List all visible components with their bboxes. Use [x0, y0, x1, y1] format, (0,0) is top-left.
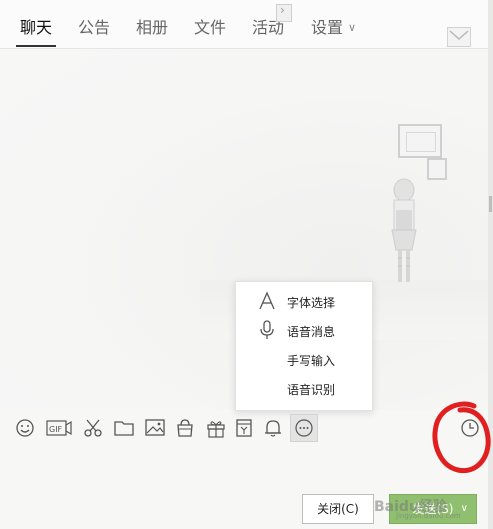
menu-item-handwriting[interactable]: 手写输入	[236, 346, 372, 374]
bell-icon[interactable]	[262, 417, 284, 439]
font-a-icon	[257, 291, 277, 311]
message-input-area[interactable]	[0, 446, 488, 490]
tab-files[interactable]: 文件	[194, 14, 226, 38]
menu-item-label: 语音识别	[287, 383, 336, 397]
input-toolbar: GIF	[0, 410, 488, 446]
close-button[interactable]: 关闭(C)	[302, 494, 374, 524]
more-icon	[295, 419, 313, 437]
tab-announcements[interactable]: 公告	[78, 14, 110, 38]
scissors-icon[interactable]	[82, 417, 104, 439]
girl-illustration	[391, 178, 417, 282]
expand-icon[interactable]	[276, 3, 292, 22]
more-button[interactable]	[290, 414, 318, 442]
microphone-icon	[257, 320, 277, 340]
menu-item-speech-recognition[interactable]: 语音识别	[236, 375, 372, 403]
tab-bar: 聊天 公告 相册 文件 活动 设置 ∨	[0, 0, 488, 49]
coupon-icon[interactable]	[233, 417, 255, 439]
send-button[interactable]: 发送(S) ∨	[389, 494, 477, 524]
active-tab-indicator	[16, 45, 56, 47]
gif-icon[interactable]: GIF	[46, 417, 72, 439]
chevron-down-icon[interactable]: ∨	[461, 495, 468, 523]
send-button-label: 发送(S)	[412, 502, 454, 516]
tab-album[interactable]: 相册	[136, 14, 168, 38]
small-frame-art	[427, 158, 447, 180]
envelope-icon[interactable]	[447, 27, 471, 47]
tab-settings-label: 设置	[311, 18, 344, 37]
chevron-down-icon: ∨	[348, 21, 357, 34]
tab-chat[interactable]: 聊天	[20, 14, 52, 38]
group-chat-window: 聊天 公告 相册 文件 活动 设置 ∨ › 字体选择 语音消息 手写输入 语音识…	[0, 0, 493, 529]
menu-item-voice-message[interactable]: 语音消息	[236, 317, 372, 345]
image-icon[interactable]	[144, 417, 166, 439]
gift-icon[interactable]	[205, 417, 227, 439]
emoji-icon[interactable]	[14, 417, 36, 439]
menu-item-label: 语音消息	[287, 325, 336, 339]
picture-frame-art	[398, 124, 442, 158]
scrollbar-thumb[interactable]	[489, 196, 492, 212]
right-scroll-edge	[488, 0, 493, 529]
folder-icon[interactable]	[113, 417, 135, 439]
clock-icon[interactable]	[459, 417, 481, 439]
menu-item-label: 手写输入	[287, 354, 336, 368]
gif-label: GIF	[49, 425, 63, 434]
shop-bag-icon[interactable]	[174, 417, 196, 439]
tab-settings[interactable]: 设置 ∨	[311, 14, 356, 38]
more-options-menu: 字体选择 语音消息 手写输入 语音识别	[235, 281, 373, 411]
menu-item-label: 字体选择	[287, 296, 336, 310]
menu-item-font-select[interactable]: 字体选择	[236, 288, 372, 316]
